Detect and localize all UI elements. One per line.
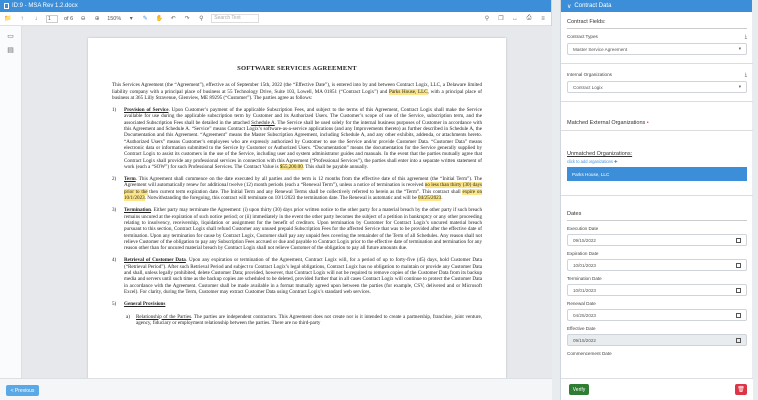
divider <box>561 130 753 131</box>
panel-header[interactable]: ∨ Contract Data <box>561 0 752 12</box>
viewer-toolbar: 📁 ↑ ↓ 1 of 6 ⊖ ⊕ 150% ▾ ✎ ✋ ↶ ↷ ⚲ Search… <box>0 12 551 26</box>
menu-icon[interactable]: ≡ <box>539 15 547 23</box>
search-icon[interactable]: ⚲ <box>197 15 205 23</box>
highlight-customer[interactable]: Parks House, LLC <box>388 88 428 95</box>
verify-button[interactable]: Verify <box>569 384 589 395</box>
download-icon[interactable]: ⤓ <box>745 72 747 78</box>
viewer-footer: < Previous <box>0 378 552 400</box>
thumbnails-icon[interactable]: ▭ <box>7 32 14 40</box>
section-5: 5) General Provisions <box>112 301 166 308</box>
chevron-down-icon: ▾ <box>738 46 741 51</box>
add-organization-link[interactable]: click to add organizations ✚ <box>567 159 747 164</box>
calendar-icon[interactable] <box>736 312 741 318</box>
section-1: 1) Provision of Service. Upon Customer’s… <box>112 107 482 170</box>
chevron-down-icon[interactable]: ▾ <box>127 15 135 23</box>
execution-date-label: Execution Date <box>567 226 599 231</box>
search-input[interactable]: Search Text <box>211 14 260 23</box>
contract-types-label: Contract Types <box>567 34 598 39</box>
expiration-date-input[interactable]: 10/01/2023 <box>567 259 747 271</box>
termination-date-label: Termination Date <box>567 276 602 281</box>
calendar-icon <box>736 337 741 343</box>
folder-icon[interactable]: 📁 <box>4 15 12 23</box>
divider <box>561 63 753 64</box>
undo-icon[interactable]: ↶ <box>169 15 177 23</box>
fit-width-icon[interactable]: ↔ <box>511 15 519 23</box>
highlight-contract-value[interactable]: $55,200.00 <box>279 163 303 170</box>
viewer-sidebar: ▭ ▤ <box>0 26 22 400</box>
zoom-in-icon[interactable]: ⊕ <box>93 15 101 23</box>
internal-org-label: Internal Organizations <box>567 72 612 77</box>
redo-icon[interactable]: ↷ <box>183 15 191 23</box>
document-icon <box>4 3 9 9</box>
document-title: ID:9 - MSA Rev 1.2.docx <box>12 3 78 9</box>
delete-button[interactable]: 🗑 <box>735 384 747 395</box>
zoom-select[interactable]: 150% <box>107 16 121 22</box>
highlight-icon[interactable]: ✎ <box>141 15 149 23</box>
effective-date-label: Effective Date <box>567 326 596 331</box>
matched-external-label: Matched External Organizations • <box>567 120 649 126</box>
commencement-date-label: Commencement Date <box>567 351 612 356</box>
agreement-title: SOFTWARE SERVICES AGREEMENT <box>237 65 357 72</box>
calendar-icon[interactable] <box>736 262 741 268</box>
dates-title: Dates <box>567 206 747 221</box>
calendar-icon[interactable] <box>736 237 741 243</box>
highlight-renewal[interactable]: 04/25/2023 <box>418 195 442 202</box>
contract-types-select[interactable]: Master Service Agreement ▾ <box>567 43 747 55</box>
expiration-date-label: Expiration Date <box>567 251 599 256</box>
effective-date-input: 09/15/2022 <box>567 334 747 346</box>
contract-data-panel: ∨ Contract Data Contract Fields: Contrac… <box>560 0 753 400</box>
download-icon[interactable]: ⤓ <box>745 34 747 40</box>
find-icon[interactable]: ⚲ <box>483 15 491 23</box>
unmatched-label: Unmatched Organizations: <box>567 151 633 157</box>
intro-paragraph: This Services Agreement (the “Agreement”… <box>112 82 482 101</box>
arrow-up-icon[interactable]: ↑ <box>18 15 26 23</box>
divider <box>561 195 753 196</box>
copy-icon[interactable]: ❐ <box>497 15 505 23</box>
unmatched-org-tag[interactable]: Parks House, LLC <box>567 167 747 181</box>
section-3: 3) Termination. Either party may termina… <box>112 207 482 252</box>
outline-icon[interactable]: ▤ <box>7 46 14 54</box>
renewal-date-label: Renewal Date <box>567 301 596 306</box>
chevron-down-icon[interactable]: ∨ <box>567 3 571 10</box>
document-viewer: ID:9 - MSA Rev 1.2.docx 📁 ↑ ↓ 1 of 6 ⊖ ⊕… <box>0 0 552 400</box>
print-icon[interactable]: ⎙ <box>525 15 533 23</box>
zoom-out-icon[interactable]: ⊖ <box>79 15 87 23</box>
section-4: 4) Retrieval of Customer Data. Upon any … <box>112 257 482 295</box>
document-area[interactable]: SOFTWARE SERVICES AGREEMENT This Service… <box>22 26 552 378</box>
previous-button[interactable]: < Previous <box>6 385 39 396</box>
arrow-down-icon[interactable]: ↓ <box>32 15 40 23</box>
panel-body: Contract Fields: Contract Types ⤓ Master… <box>561 14 753 378</box>
panel-title: Contract Data <box>574 3 612 9</box>
chevron-down-icon: ▾ <box>738 84 741 89</box>
document-page: SOFTWARE SERVICES AGREEMENT This Service… <box>88 38 506 378</box>
renewal-date-input[interactable]: 04/25/2023 <box>567 309 747 321</box>
page-number-input[interactable]: 1 <box>46 14 58 23</box>
contract-fields-title: Contract Fields: <box>567 14 747 29</box>
panel-footer: Verify 🗑 <box>561 378 753 400</box>
section-5a: a) Relationship of the Parties. The part… <box>126 313 482 326</box>
section-2: 2) Term. This Agreement shall commence o… <box>112 176 482 202</box>
termination-date-input[interactable]: 10/01/2023 <box>567 284 747 296</box>
calendar-icon[interactable] <box>736 287 741 293</box>
viewer-titlebar: ID:9 - MSA Rev 1.2.docx <box>0 0 551 12</box>
internal-org-select[interactable]: Contract Logix ▾ <box>567 81 747 93</box>
execution-date-input[interactable]: 09/15/2022 <box>567 234 747 246</box>
hand-icon[interactable]: ✋ <box>155 15 163 23</box>
trash-icon: 🗑 <box>737 387 745 393</box>
divider <box>561 101 753 102</box>
page-total: of 6 <box>64 15 74 22</box>
